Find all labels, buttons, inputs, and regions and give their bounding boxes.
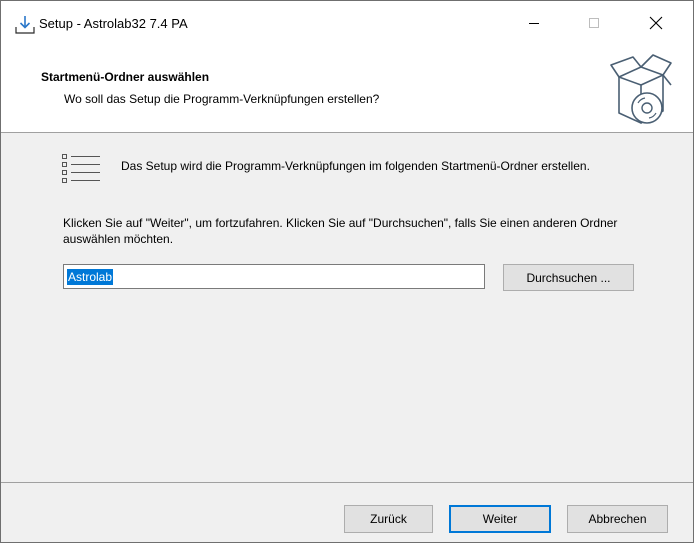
minimize-button[interactable] <box>511 1 557 47</box>
setup-window: Setup - Astrolab32 7.4 PA Startmenü-Ordn… <box>0 0 694 543</box>
folder-input-value: Astrolab <box>67 268 114 285</box>
download-installer-icon <box>14 14 36 36</box>
browse-button[interactable]: Durchsuchen ... <box>503 264 634 291</box>
setup-box-disc-icon <box>605 51 675 129</box>
title-bar[interactable]: Setup - Astrolab32 7.4 PA <box>1 1 693 47</box>
page-title: Startmenü-Ordner auswählen <box>41 70 210 84</box>
footer-separator <box>1 482 693 483</box>
page-subtitle: Wo soll das Setup die Programm-Verknüpfu… <box>64 92 380 106</box>
list-icon <box>60 152 106 184</box>
close-button[interactable] <box>633 1 679 47</box>
instruction-text: Klicken Sie auf "Weiter", um fortzufahre… <box>63 216 618 246</box>
cancel-button[interactable]: Abbrechen <box>567 505 668 533</box>
maximize-icon <box>588 17 600 32</box>
window-title: Setup - Astrolab32 7.4 PA <box>39 16 188 31</box>
close-icon <box>649 16 663 33</box>
intro-text: Das Setup wird die Programm-Verknüpfunge… <box>121 159 590 173</box>
wizard-header: Startmenü-Ordner auswählen Wo soll das S… <box>1 47 693 133</box>
minimize-icon <box>528 17 540 32</box>
maximize-button[interactable] <box>571 1 617 47</box>
back-button[interactable]: Zurück <box>344 505 433 533</box>
start-menu-folder-input[interactable]: Astrolab <box>63 264 485 289</box>
next-button[interactable]: Weiter <box>449 505 551 533</box>
